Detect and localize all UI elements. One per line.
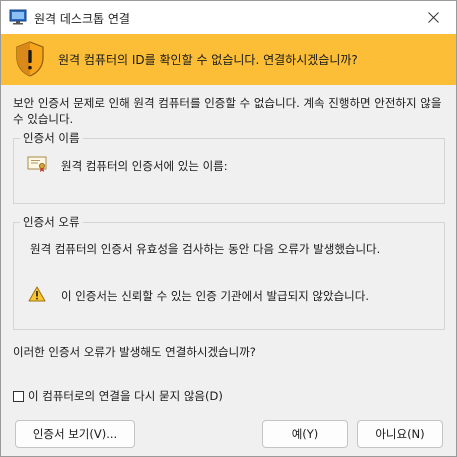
checkbox-box[interactable]: [13, 390, 24, 402]
intro-text: 보안 인증서 문제로 인해 원격 컴퓨터를 인증할 수 없습니다. 계속 진행하…: [13, 96, 442, 126]
certificate-icon: [27, 156, 47, 173]
view-certificate-button[interactable]: 인증서 보기(V)...: [15, 420, 135, 448]
title-bar: 원격 데스크톱 연결: [1, 1, 456, 34]
window-title: 원격 데스크톱 연결: [34, 12, 130, 26]
rdp-security-dialog: 원격 데스크톱 연결 원격 컴퓨터의 ID를 확인할 수 없습니다. 연결하시겠…: [0, 0, 457, 457]
connect-question: 이러한 인증서 오류가 발생해도 연결하시겠습니까?: [13, 345, 256, 359]
remote-desktop-icon: [9, 9, 27, 25]
warning-banner: 원격 컴퓨터의 ID를 확인할 수 없습니다. 연결하시겠습니까?: [1, 34, 456, 85]
cert-error-group: 인증서 오류 원격 컴퓨터의 인증서 유효성을 검사하는 동안 다음 오류가 발…: [13, 215, 445, 330]
yes-button[interactable]: 예(Y): [262, 420, 348, 448]
shield-warning-icon: [15, 41, 45, 77]
cert-name-label: 원격 컴퓨터의 인증서에 있는 이름:: [61, 159, 228, 173]
cert-name-group: 인증서 이름 원격 컴퓨터의 인증서에 있는 이름:: [13, 131, 445, 204]
dont-ask-again-label: 이 컴퓨터로의 연결을 다시 묻지 않음(D): [28, 389, 223, 403]
warning-icon: [28, 286, 46, 302]
close-button[interactable]: [410, 1, 456, 34]
dont-ask-again-checkbox[interactable]: 이 컴퓨터로의 연결을 다시 묻지 않음(D): [13, 388, 223, 404]
cert-name-group-title: 인증서 이름: [20, 131, 83, 145]
banner-text: 원격 컴퓨터의 ID를 확인할 수 없습니다. 연결하시겠습니까?: [58, 53, 358, 67]
close-icon: [427, 12, 439, 23]
cert-error-group-title: 인증서 오류: [20, 215, 83, 229]
cert-error-description: 원격 컴퓨터의 인증서 유효성을 검사하는 동안 다음 오류가 발생했습니다.: [30, 242, 381, 256]
cert-error-warning: 이 인증서는 신뢰할 수 있는 인증 기관에서 발급되지 않았습니다.: [61, 289, 369, 303]
no-button[interactable]: 아니요(N): [357, 420, 443, 448]
